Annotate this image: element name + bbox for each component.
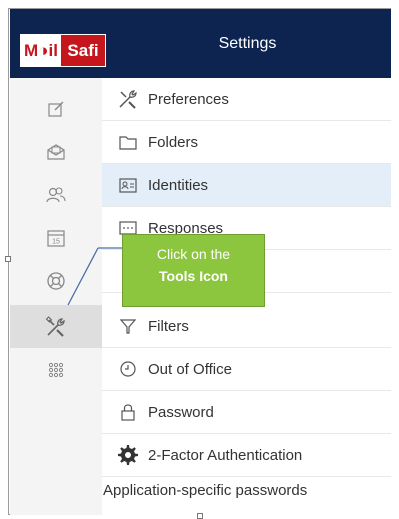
instruction-callout: Click on the Tools Icon — [122, 234, 265, 307]
callout-text-line2: Tools Icon — [159, 268, 228, 284]
callout-text-line1: Click on the — [156, 246, 231, 262]
